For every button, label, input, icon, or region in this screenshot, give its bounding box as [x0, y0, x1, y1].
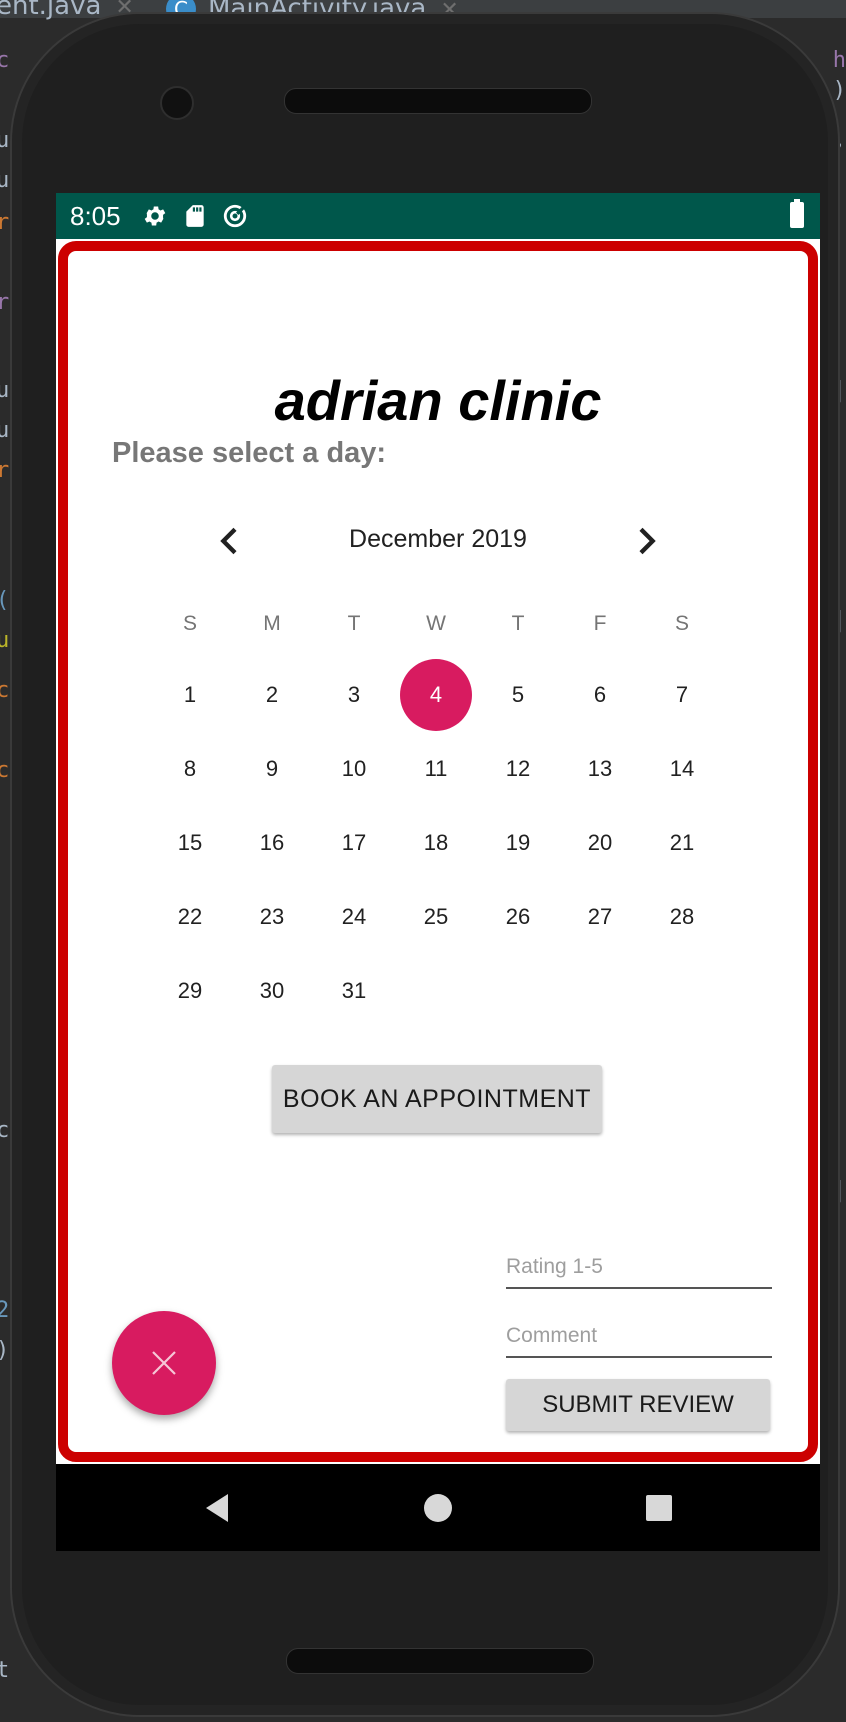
page-title: adrian clinic [274, 369, 602, 432]
status-time: 8:05 [70, 201, 121, 231]
device-screen: 8:05 adrian clinic Please select a day: [56, 193, 820, 1551]
fab-close-button[interactable] [112, 1311, 216, 1415]
status-bar: 8:05 [56, 193, 820, 239]
bottom-speaker [286, 1648, 594, 1674]
chevron-right-icon[interactable] [626, 521, 666, 561]
calendar-day[interactable]: 7 [646, 659, 718, 731]
weekday-label: S [182, 612, 197, 635]
calendar-day[interactable]: 15 [154, 807, 226, 879]
calendar-day[interactable]: 22 [154, 881, 226, 953]
weekday-label: T [347, 612, 361, 635]
calendar-header: December 2019 [156, 515, 720, 565]
calendar-day[interactable]: 31 [318, 955, 390, 1027]
settings-icon [144, 206, 166, 226]
calendar-day[interactable]: 13 [564, 733, 636, 805]
data-saver-icon [223, 204, 247, 228]
calendar-day[interactable]: 16 [236, 807, 308, 879]
app-content: adrian clinic Please select a day: Decem… [56, 239, 820, 1464]
calendar-day[interactable]: 8 [154, 733, 226, 805]
calendar-day[interactable]: 24 [318, 881, 390, 953]
calendar-day[interactable]: 3 [318, 659, 390, 731]
calendar-day[interactable]: 28 [646, 881, 718, 953]
earpiece-speaker [284, 88, 592, 114]
calendar-day[interactable]: 21 [646, 807, 718, 879]
book-appointment-button[interactable]: BOOK AN APPOINTMENT [272, 1065, 602, 1133]
weekday-label: M [263, 612, 281, 635]
calendar-day[interactable]: 18 [400, 807, 472, 879]
battery-icon [790, 199, 804, 228]
rating-input[interactable]: Rating 1-5 [506, 1247, 772, 1289]
home-icon[interactable] [423, 1492, 453, 1524]
phone-frame: 8:05 adrian clinic Please select a day: [10, 12, 840, 1717]
calendar-day[interactable]: 5 [482, 659, 554, 731]
calendar-day[interactable]: 17 [318, 807, 390, 879]
calendar-day[interactable]: 2 [236, 659, 308, 731]
calendar-day[interactable]: 6 [564, 659, 636, 731]
calendar-day[interactable]: 29 [154, 955, 226, 1027]
weekday-label: T [511, 612, 525, 635]
calendar-day[interactable]: 14 [646, 733, 718, 805]
calendar-day[interactable]: 23 [236, 881, 308, 953]
system-nav-bar [56, 1464, 820, 1551]
calendar-day[interactable]: 25 [400, 881, 472, 953]
weekday-label: F [593, 612, 607, 635]
calendar-day[interactable]: 19 [482, 807, 554, 879]
calendar-day[interactable]: 12 [482, 733, 554, 805]
calendar-day[interactable]: 30 [236, 955, 308, 1027]
calendar-day[interactable]: 27 [564, 881, 636, 953]
submit-review-button[interactable]: SUBMIT REVIEW [506, 1379, 770, 1431]
comment-input[interactable]: Comment [506, 1316, 772, 1358]
weekday-label: S [674, 612, 689, 635]
sd-card-icon [186, 205, 204, 227]
calendar-day[interactable]: 10 [318, 733, 390, 805]
calendar-day[interactable]: 20 [564, 807, 636, 879]
select-day-label: Please select a day: [112, 437, 387, 469]
calendar-day[interactable]: 26 [482, 881, 554, 953]
weekday-label: W [426, 612, 446, 635]
calendar-day[interactable]: 1 [154, 659, 226, 731]
front-camera [160, 86, 194, 120]
calendar-day-selected[interactable]: 4 [400, 659, 472, 731]
calendar-day[interactable]: 9 [236, 733, 308, 805]
calendar-day[interactable]: 11 [400, 733, 472, 805]
recents-icon[interactable] [644, 1492, 674, 1524]
back-icon[interactable] [202, 1492, 232, 1524]
close-icon [152, 1351, 176, 1375]
